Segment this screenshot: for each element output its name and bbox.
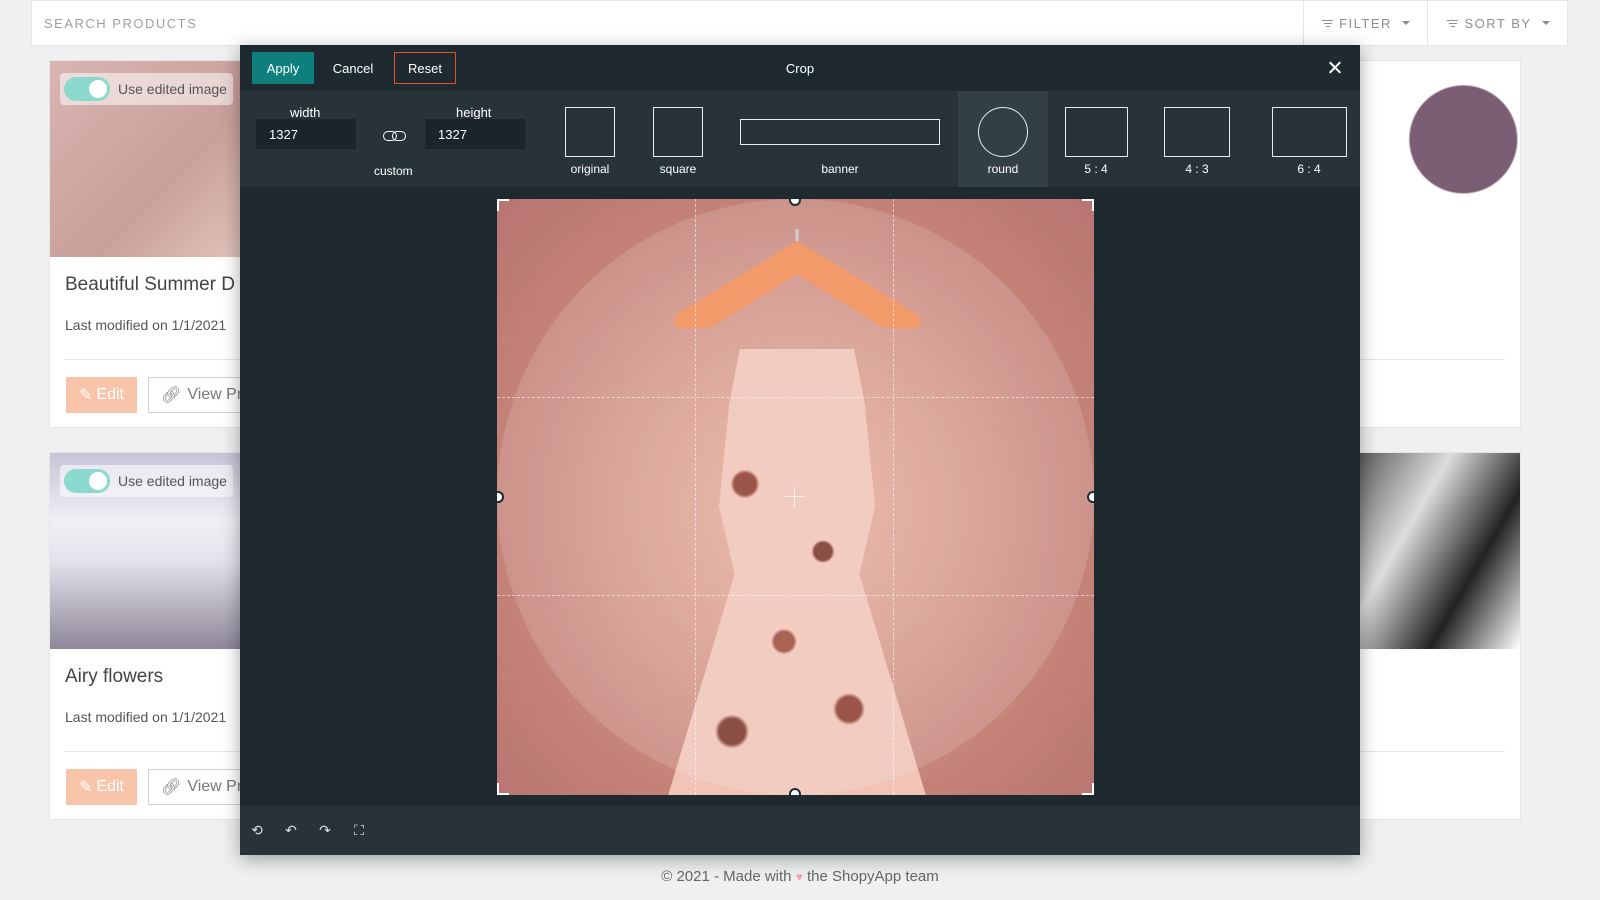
heart-icon: ♥ xyxy=(795,870,803,884)
link-aspect-icon[interactable] xyxy=(383,131,406,141)
toggle-switch[interactable] xyxy=(64,77,110,101)
redo-icon[interactable]: ↷ xyxy=(314,820,336,842)
preset-shape xyxy=(1064,107,1128,157)
custom-label: custom xyxy=(374,164,413,178)
modal-title: Crop xyxy=(785,61,815,76)
preset-6-4[interactable]: 6 : 4 xyxy=(1268,91,1350,187)
use-edited-toggle[interactable]: Use edited image xyxy=(60,73,233,105)
link-icon: 🔗︎ xyxy=(161,387,182,404)
preset-label: 6 : 4 xyxy=(1297,162,1321,176)
modal-footer-toolbar: ⟲ ↶ ↷ ⛶ xyxy=(240,806,1360,855)
undo-icon[interactable]: ↶ xyxy=(280,820,302,842)
use-edited-toggle[interactable]: Use edited image xyxy=(60,465,233,497)
chevron-down-icon xyxy=(1541,21,1550,25)
edit-label: Edit xyxy=(96,778,124,795)
rotate-icon[interactable]: ⟲ xyxy=(246,820,268,842)
preset-5-4[interactable]: 5 : 4 xyxy=(1061,91,1131,187)
preset-label: round xyxy=(987,162,1019,176)
center-crosshair-icon xyxy=(785,487,805,507)
crop-corner-tl[interactable] xyxy=(497,199,509,211)
edit-button[interactable]: ✎ Edit xyxy=(66,769,137,805)
sort-icon xyxy=(1447,19,1459,27)
preset-label: square xyxy=(659,162,697,176)
edit-button[interactable]: ✎ Edit xyxy=(66,377,137,413)
crop-corner-bl[interactable] xyxy=(497,783,509,795)
close-icon[interactable] xyxy=(1324,57,1346,79)
toggle-switch[interactable] xyxy=(64,469,110,493)
grid-guide xyxy=(497,397,1094,398)
crop-toolbar: width height custom original square bann… xyxy=(240,91,1360,187)
height-input[interactable] xyxy=(425,119,525,149)
divider xyxy=(65,751,248,752)
crop-corner-br[interactable] xyxy=(1082,783,1094,795)
view-label: View Pr xyxy=(187,778,243,795)
filter-icon xyxy=(1322,19,1334,27)
edit-icon: ✎ xyxy=(79,779,93,796)
filter-button[interactable]: FILTER xyxy=(1303,1,1428,45)
page-footer: © 2021 - Made with ♥ the ShopyApp team xyxy=(0,868,1600,885)
footer-left: © 2021 - Made with xyxy=(661,868,792,885)
preset-label: original xyxy=(570,162,610,176)
preset-shape xyxy=(653,107,703,157)
product-card: Use edited image Airy flowers Last modif… xyxy=(49,452,258,820)
product-date: Last modified on 1/1/2021 xyxy=(65,317,227,333)
crop-handle-bottom[interactable] xyxy=(789,788,801,795)
modal-header: Apply Cancel Reset Crop xyxy=(240,45,1360,91)
crop-handle-right[interactable] xyxy=(1087,491,1094,503)
preset-label: banner xyxy=(821,162,859,176)
grid-guide xyxy=(497,595,1094,596)
width-label: width xyxy=(290,105,321,120)
link-icon: 🔗︎ xyxy=(161,779,182,796)
search-input[interactable] xyxy=(32,1,1302,45)
preset-label: 4 : 3 xyxy=(1185,162,1209,176)
toggle-label: Use edited image xyxy=(118,473,227,489)
footer-right: the ShopyApp team xyxy=(807,868,939,885)
toggle-label: Use edited image xyxy=(118,81,227,97)
grid-guide xyxy=(695,199,696,795)
chevron-down-icon xyxy=(1401,21,1410,25)
crop-corner-tr[interactable] xyxy=(1082,199,1094,211)
edit-label: Edit xyxy=(96,386,124,403)
height-label: height xyxy=(456,105,492,120)
width-input[interactable] xyxy=(256,119,356,149)
grid-guide xyxy=(893,199,894,795)
product-card: Use edited image Beautiful Summer D Last… xyxy=(49,60,258,428)
preset-shape xyxy=(1164,107,1230,157)
divider xyxy=(65,359,248,360)
sort-label: SORT BY xyxy=(1464,15,1532,31)
sort-button[interactable]: SORT BY xyxy=(1427,1,1569,45)
crop-image[interactable] xyxy=(497,199,1094,795)
view-label: View Pr xyxy=(187,386,243,403)
preset-round[interactable]: round xyxy=(958,91,1048,187)
preset-shape xyxy=(740,119,940,145)
preset-label: 5 : 4 xyxy=(1084,162,1108,176)
preset-original[interactable]: original xyxy=(560,91,620,187)
crop-modal: Apply Cancel Reset Crop width height cus… xyxy=(240,45,1360,855)
preset-shape xyxy=(565,107,615,157)
edit-icon: ✎ xyxy=(79,387,93,404)
fullscreen-icon[interactable]: ⛶ xyxy=(348,820,370,842)
preset-shape xyxy=(978,107,1028,157)
preset-square[interactable]: square xyxy=(648,91,708,187)
product-title: Beautiful Summer D xyxy=(65,274,236,295)
top-search-bar: FILTER SORT BY xyxy=(31,0,1568,46)
product-title: Airy flowers xyxy=(65,666,164,687)
preset-shape xyxy=(1271,107,1347,157)
filter-label: FILTER xyxy=(1339,15,1392,31)
preset-4-3[interactable]: 4 : 3 xyxy=(1162,91,1232,187)
preset-banner[interactable]: banner xyxy=(735,91,945,187)
product-date: Last modified on 1/1/2021 xyxy=(65,709,227,725)
